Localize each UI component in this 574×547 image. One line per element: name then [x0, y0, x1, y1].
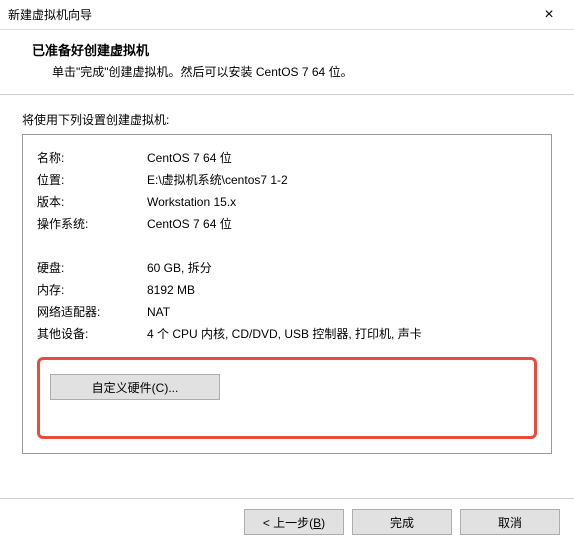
setting-key: 网络适配器: — [37, 301, 147, 323]
setting-row-other: 其他设备: 4 个 CPU 内核, CD/DVD, USB 控制器, 打印机, … — [37, 323, 537, 345]
setting-key: 名称: — [37, 147, 147, 169]
setting-key: 版本: — [37, 191, 147, 213]
setting-value: Workstation 15.x — [147, 191, 537, 213]
setting-row-name: 名称: CentOS 7 64 位 — [37, 147, 537, 169]
finish-button[interactable]: 完成 — [352, 509, 452, 535]
wizard-body: 将使用下列设置创建虚拟机: 名称: CentOS 7 64 位 位置: E:\虚… — [0, 95, 574, 464]
button-label: 自定义硬件(C)... — [92, 381, 179, 395]
setting-row-disk: 硬盘: 60 GB, 拆分 — [37, 257, 537, 279]
titlebar: 新建虚拟机向导 × — [0, 0, 574, 30]
setting-value: 8192 MB — [147, 279, 537, 301]
page-subtitle: 单击"完成"创建虚拟机。然后可以安装 CentOS 7 64 位。 — [32, 63, 554, 80]
setting-key: 位置: — [37, 169, 147, 191]
button-label: 完成 — [390, 516, 414, 530]
settings-panel: 名称: CentOS 7 64 位 位置: E:\虚拟机系统\centos7 1… — [22, 134, 552, 454]
wizard-header: 已准备好创建虚拟机 单击"完成"创建虚拟机。然后可以安装 CentOS 7 64… — [0, 30, 574, 95]
button-label: 取消 — [498, 516, 522, 530]
setting-value: CentOS 7 64 位 — [147, 213, 537, 235]
back-button[interactable]: < 上一步(B) — [244, 509, 344, 535]
setting-value: E:\虚拟机系统\centos7 1-2 — [147, 169, 537, 191]
wizard-footer: < 上一步(B) 完成 取消 — [0, 498, 574, 547]
settings-label: 将使用下列设置创建虚拟机: — [22, 111, 552, 128]
window-title: 新建虚拟机向导 — [8, 6, 92, 23]
setting-value: CentOS 7 64 位 — [147, 147, 537, 169]
setting-key: 其他设备: — [37, 323, 147, 345]
close-icon[interactable]: × — [534, 6, 564, 24]
setting-key: 内存: — [37, 279, 147, 301]
setting-value: 4 个 CPU 内核, CD/DVD, USB 控制器, 打印机, 声卡 — [147, 323, 537, 345]
setting-row-location: 位置: E:\虚拟机系统\centos7 1-2 — [37, 169, 537, 191]
setting-row-memory: 内存: 8192 MB — [37, 279, 537, 301]
setting-key: 硬盘: — [37, 257, 147, 279]
setting-value: NAT — [147, 301, 537, 323]
customize-hardware-button[interactable]: 自定义硬件(C)... — [50, 374, 220, 400]
setting-row-version: 版本: Workstation 15.x — [37, 191, 537, 213]
cancel-button[interactable]: 取消 — [460, 509, 560, 535]
setting-key: 操作系统: — [37, 213, 147, 235]
setting-value: 60 GB, 拆分 — [147, 257, 537, 279]
setting-row-network: 网络适配器: NAT — [37, 301, 537, 323]
page-title: 已准备好创建虚拟机 — [32, 40, 554, 59]
highlight-annotation: 自定义硬件(C)... — [37, 357, 537, 439]
setting-row-os: 操作系统: CentOS 7 64 位 — [37, 213, 537, 235]
